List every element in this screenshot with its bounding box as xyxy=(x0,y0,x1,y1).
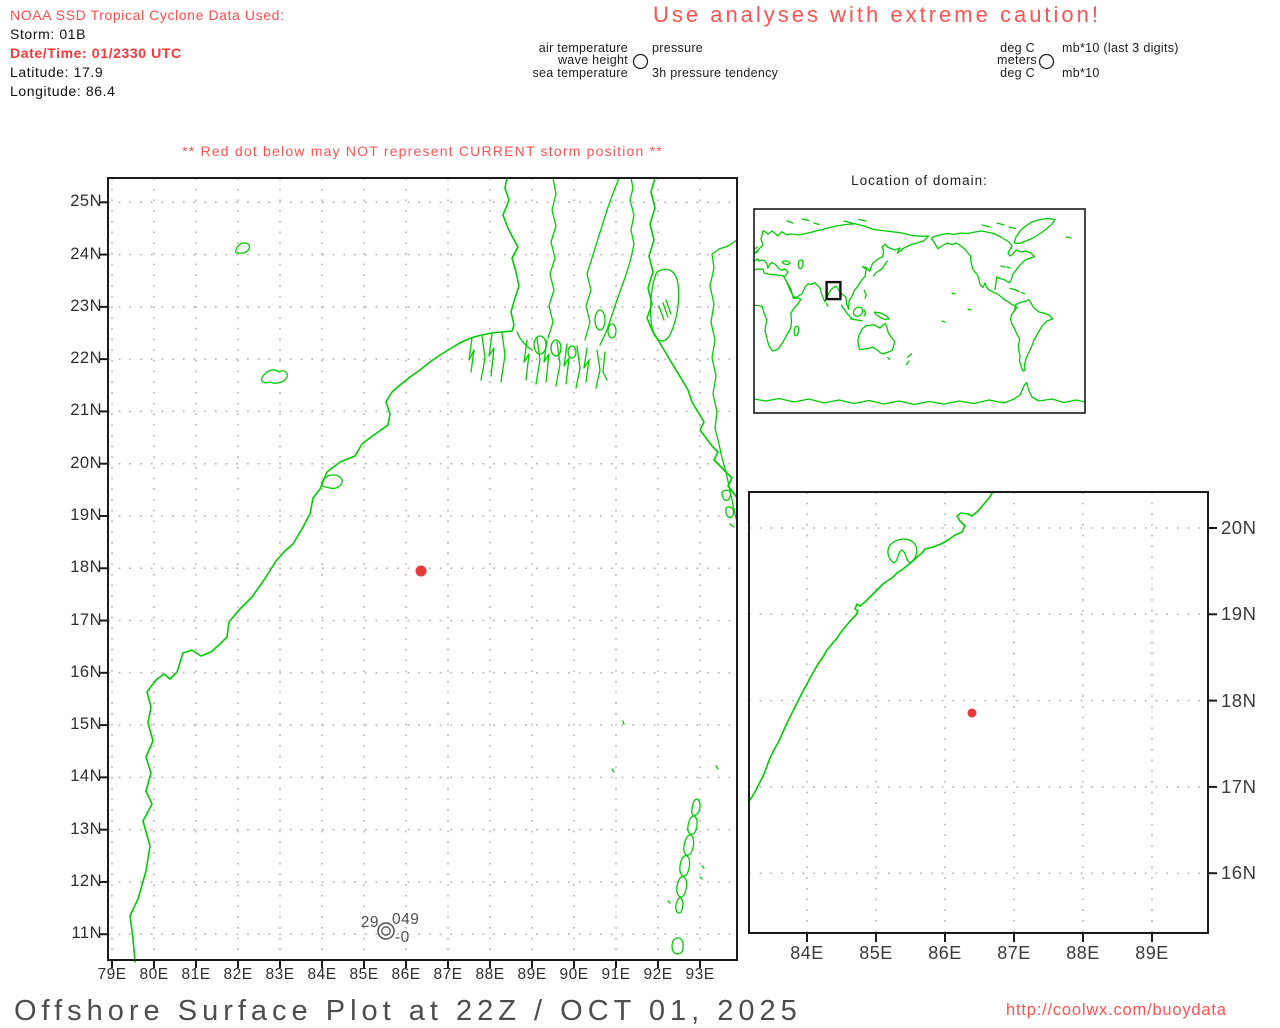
zoom-lon-label: 84E xyxy=(779,943,835,964)
main-lat-label: 19N xyxy=(58,506,102,525)
main-lat-label: 18N xyxy=(58,558,102,577)
caution-banner: Use analyses with extreme caution! xyxy=(622,2,1132,28)
storm-dot-main xyxy=(416,566,427,577)
cyclone-datetime-line: Date/Time: 01/2330 UTC xyxy=(10,44,182,63)
storm-position-warning: ** Red dot below may NOT represent CURRE… xyxy=(108,143,737,159)
legend-pressure: pressure xyxy=(652,41,703,55)
legend-pressure-tendency: 3h pressure tendency xyxy=(652,66,778,80)
main-lon-label: 87E xyxy=(426,966,470,984)
zoom-lat-label: 17N xyxy=(1221,776,1256,798)
main-lon-label: 81E xyxy=(174,966,218,984)
source-url-link[interactable]: http://coolwx.com/buoydata xyxy=(1006,1001,1227,1020)
zoom-map-border xyxy=(749,492,1208,933)
zoom-lon-label: 85E xyxy=(848,943,904,964)
main-lon-label: 88E xyxy=(468,966,512,984)
zoom-lon-label: 87E xyxy=(986,943,1042,964)
inset-map-border xyxy=(754,209,1085,413)
legend-units-mb10-top: mb*10 (last 3 digits) xyxy=(1062,41,1179,55)
main-lat-label: 12N xyxy=(58,872,102,891)
main-lon-label: 80E xyxy=(132,966,176,984)
main-lat-label: 25N xyxy=(58,192,102,211)
main-map-coastlines xyxy=(130,178,737,962)
legend-station-circle-icon xyxy=(632,53,649,70)
cyclone-longitude-line: Longitude: 86.4 xyxy=(10,82,116,101)
cyclone-storm-line: Storm: 01B xyxy=(10,25,86,44)
legend-wave-height: wave height xyxy=(498,53,628,67)
zoom-lat-label: 16N xyxy=(1221,862,1256,884)
cyclone-latitude-line: Latitude: 17.9 xyxy=(10,63,103,82)
main-lon-label: 91E xyxy=(594,966,638,984)
legend-sea-temperature: sea temperature xyxy=(498,66,628,80)
zoom-map-coastlines xyxy=(749,492,993,801)
main-lon-label: 84E xyxy=(300,966,344,984)
main-lat-label: 24N xyxy=(58,245,102,264)
main-lon-label: 79E xyxy=(90,966,134,984)
legend-units-mb10-bottom: mb*10 xyxy=(1062,66,1100,80)
page-title: Offshore Surface Plot at 22Z / OCT 01, 2… xyxy=(14,995,802,1028)
inset-world-map xyxy=(754,209,1085,413)
main-lon-label: 92E xyxy=(636,966,680,984)
main-lon-label: 83E xyxy=(258,966,302,984)
main-lon-label: 90E xyxy=(552,966,596,984)
station-pressure-tendency: -0 xyxy=(395,929,410,947)
main-lat-label: 16N xyxy=(58,663,102,682)
main-lon-label: 85E xyxy=(342,966,386,984)
zoom-lon-label: 88E xyxy=(1055,943,1111,964)
zoom-lat-label: 19N xyxy=(1221,603,1256,625)
storm-dot-zoom xyxy=(968,709,977,718)
main-lat-label: 14N xyxy=(58,767,102,786)
main-lat-label: 21N xyxy=(58,401,102,420)
legend-units-degc-bottom: deg C xyxy=(950,66,1035,80)
main-lat-label: 13N xyxy=(58,820,102,839)
legend-units-circle-icon xyxy=(1038,53,1055,70)
main-lon-label: 89E xyxy=(510,966,554,984)
main-lat-label: 23N xyxy=(58,297,102,316)
main-lat-label: 20N xyxy=(58,454,102,473)
zoom-map-grid xyxy=(749,492,1217,942)
main-lat-label: 11N xyxy=(58,924,102,943)
station-air-temperature: 29 xyxy=(353,914,379,932)
legend-units-meters: meters xyxy=(950,53,1037,67)
cyclone-source-line: NOAA SSD Tropical Cyclone Data Used: xyxy=(10,6,284,25)
world-coastlines xyxy=(754,219,1085,405)
main-lon-label: 93E xyxy=(678,966,722,984)
main-lat-label: 22N xyxy=(58,349,102,368)
main-lon-label: 82E xyxy=(216,966,260,984)
main-lon-label: 86E xyxy=(384,966,428,984)
main-lat-label: 15N xyxy=(58,715,102,734)
page: NOAA SSD Tropical Cyclone Data Used: Sto… xyxy=(0,0,1280,1024)
main-lat-label: 17N xyxy=(58,611,102,630)
zoom-lon-label: 86E xyxy=(917,943,973,964)
zoom-lon-label: 89E xyxy=(1124,943,1180,964)
inset-map-title: Location of domain: xyxy=(754,173,1085,188)
zoom-lat-label: 18N xyxy=(1221,690,1256,712)
zoom-lat-label: 20N xyxy=(1221,517,1256,539)
station-pressure: 049 xyxy=(392,911,419,929)
